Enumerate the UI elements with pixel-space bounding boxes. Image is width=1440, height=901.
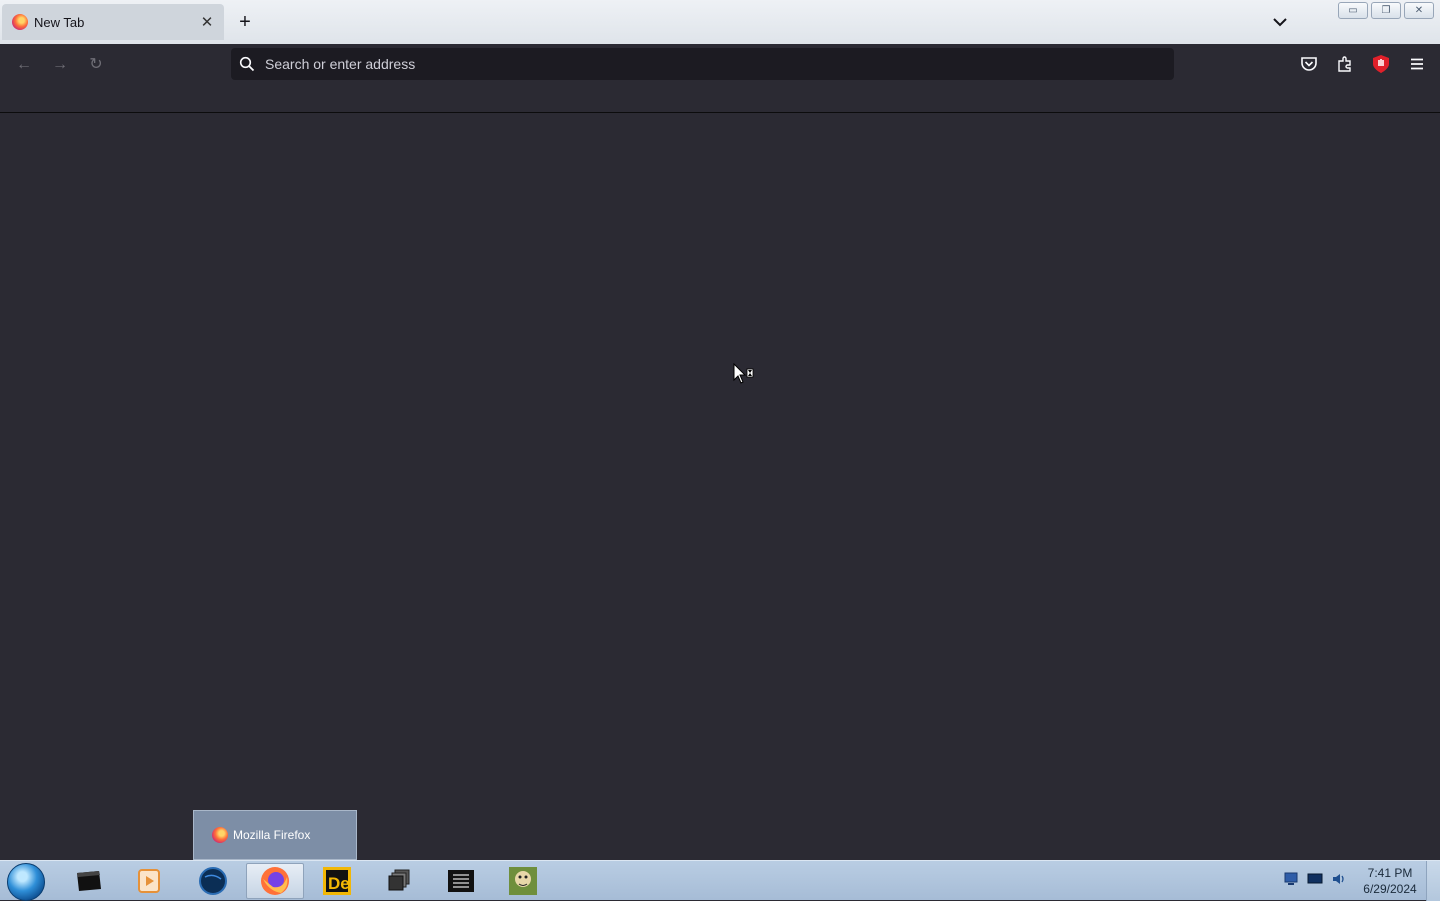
close-window-button[interactable]: ✕ [1404, 2, 1434, 19]
tab-new-tab[interactable]: New Tab ✕ [2, 4, 224, 40]
volume-icon[interactable] [1331, 871, 1347, 887]
forward-button[interactable]: → [47, 54, 73, 76]
app-menu-button[interactable] [1406, 53, 1428, 75]
notepad-icon [448, 870, 474, 892]
taskbar-app-terminal[interactable] [60, 863, 118, 899]
search-icon [239, 56, 255, 72]
svg-text:De: De [328, 874, 350, 893]
taskbar-app-globe[interactable] [184, 863, 242, 899]
restore-button[interactable]: ❐ [1371, 2, 1401, 19]
globe-app-icon [199, 867, 227, 895]
url-input[interactable] [265, 56, 1145, 72]
new-tab-button[interactable]: + [234, 11, 256, 33]
display-icon[interactable] [1307, 871, 1323, 887]
firefox-app-icon [261, 867, 289, 895]
start-button[interactable] [7, 863, 45, 901]
clock-time: 7:41 PM [1367, 866, 1413, 880]
firefox-icon [212, 827, 228, 843]
taskbar-app-de[interactable]: De [308, 863, 366, 899]
terminal-app-icon [77, 871, 101, 891]
taskbar: De 7:41 PM 6/29/2024 [0, 860, 1440, 901]
taskbar-app-notepad[interactable] [432, 863, 490, 899]
back-button[interactable]: ← [11, 54, 37, 76]
address-bar[interactable] [231, 48, 1174, 80]
minimize-button[interactable]: ▭ [1338, 2, 1368, 19]
extensions-button[interactable] [1334, 53, 1356, 75]
windows-stack-icon [388, 869, 410, 891]
tab-title: New Tab [34, 14, 85, 30]
taskbar-preview[interactable]: Mozilla Firefox [193, 810, 357, 860]
taskbar-app-windows[interactable] [370, 863, 428, 899]
navigation-toolbar: ← → ↻ [0, 44, 1440, 113]
clock-date: 6/29/2024 [1363, 882, 1417, 896]
tab-strip: New Tab ✕ + ▭ ❐ ✕ [0, 0, 1440, 44]
ublock-button[interactable] [1370, 53, 1392, 75]
show-desktop-button[interactable] [1426, 861, 1440, 901]
media-player-icon [138, 869, 160, 893]
busy-cursor-icon [733, 363, 754, 384]
system-tray [1283, 871, 1347, 887]
preview-label: Mozilla Firefox [233, 828, 311, 842]
taskbar-app-media-player[interactable] [120, 863, 178, 899]
pocket-icon [1301, 57, 1317, 71]
extensions-icon [1338, 56, 1351, 72]
page-content[interactable] [0, 113, 1440, 860]
window-controls: ▭ ❐ ✕ [1338, 2, 1434, 19]
pocket-button[interactable] [1298, 53, 1320, 75]
firefox-icon [12, 14, 28, 30]
taskbar-app-game[interactable] [494, 863, 552, 899]
de-app-icon: De [323, 867, 351, 895]
tab-close-button[interactable]: ✕ [198, 13, 216, 31]
network-icon[interactable] [1283, 871, 1299, 887]
system-clock[interactable]: 7:41 PM 6/29/2024 [1352, 865, 1428, 897]
taskbar-app-firefox[interactable] [246, 863, 304, 899]
chevron-down-icon [1273, 18, 1287, 27]
menu-icon [1411, 58, 1423, 70]
game-app-icon [509, 867, 537, 895]
ublock-icon [1373, 55, 1389, 73]
list-all-tabs-button[interactable] [1270, 12, 1290, 32]
reload-button[interactable]: ↻ [83, 54, 109, 76]
